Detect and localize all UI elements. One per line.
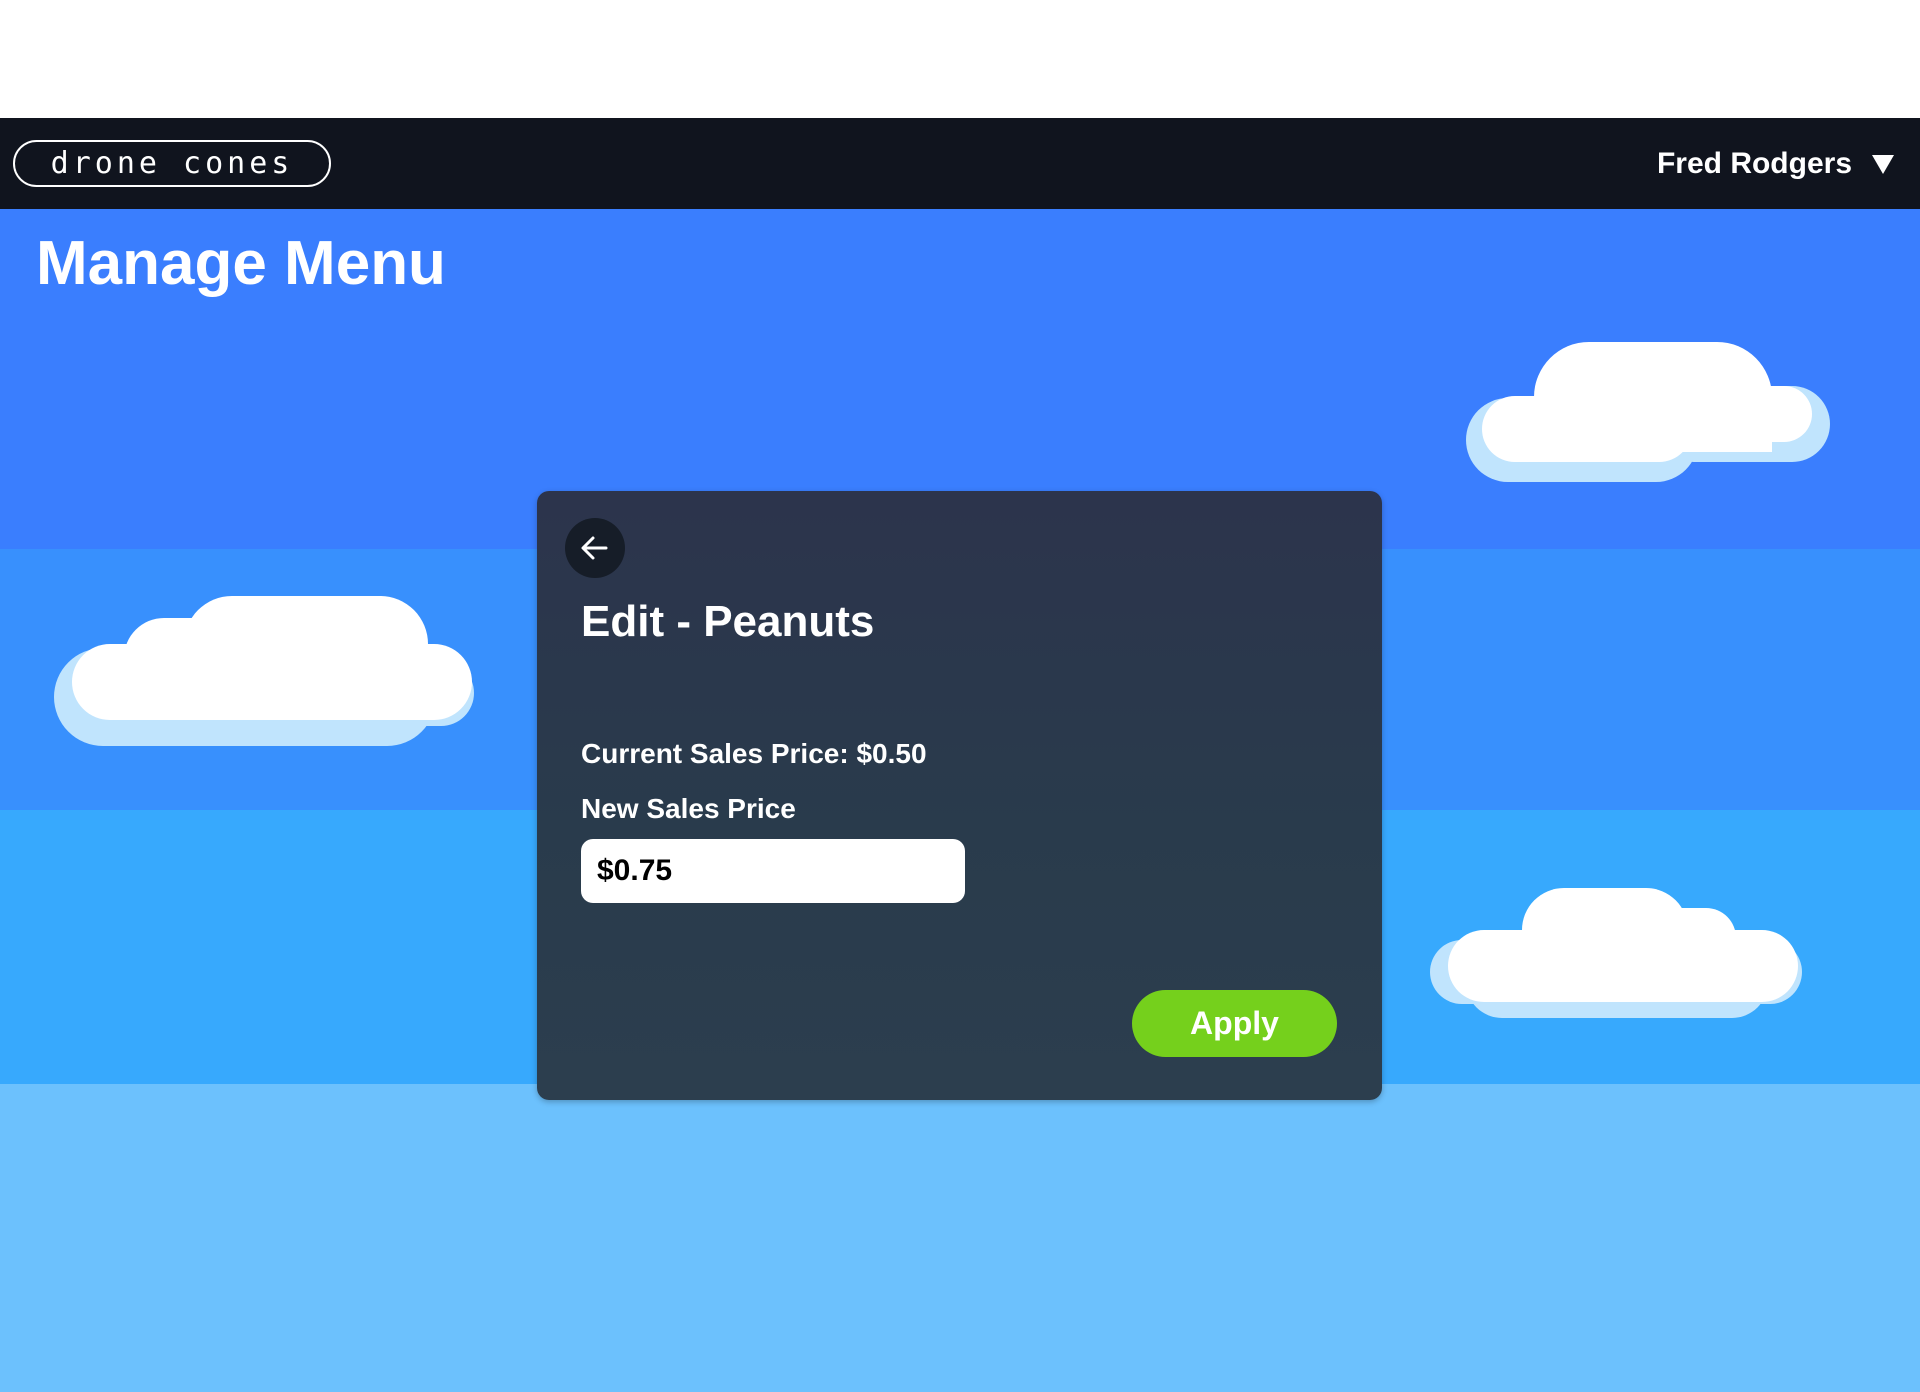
user-name: Fred Rodgers (1656, 147, 1852, 180)
current-sales-price: Current Sales Price: $0.50 (581, 738, 927, 769)
page: drone cones Fred Rodgers Manage Menu Edi… (0, 0, 1920, 1392)
cloud-decoration (1466, 342, 1830, 482)
top-navbar: drone cones Fred Rodgers (0, 118, 1920, 209)
edit-item-modal: Edit - Peanuts Current Sales Price: $0.5… (537, 491, 1382, 1100)
cloud-decoration (1430, 888, 1806, 1018)
arrow-left-icon (581, 536, 608, 560)
modal-title: Edit - Peanuts (581, 597, 875, 646)
user-menu[interactable]: Fred Rodgers (1657, 144, 1894, 184)
drone-cones-logo[interactable]: drone cones (13, 140, 331, 187)
caret-down-icon (1872, 154, 1894, 174)
apply-button[interactable]: Apply (1132, 990, 1337, 1057)
sky-band-bottom (0, 1084, 1920, 1392)
back-button[interactable] (565, 518, 625, 578)
cloud-decoration (54, 596, 474, 748)
new-sales-price-label: New Sales Price (581, 793, 796, 824)
new-sales-price-input[interactable] (581, 839, 965, 903)
top-blank-strip (0, 0, 1920, 118)
page-title: Manage Menu (36, 229, 446, 298)
